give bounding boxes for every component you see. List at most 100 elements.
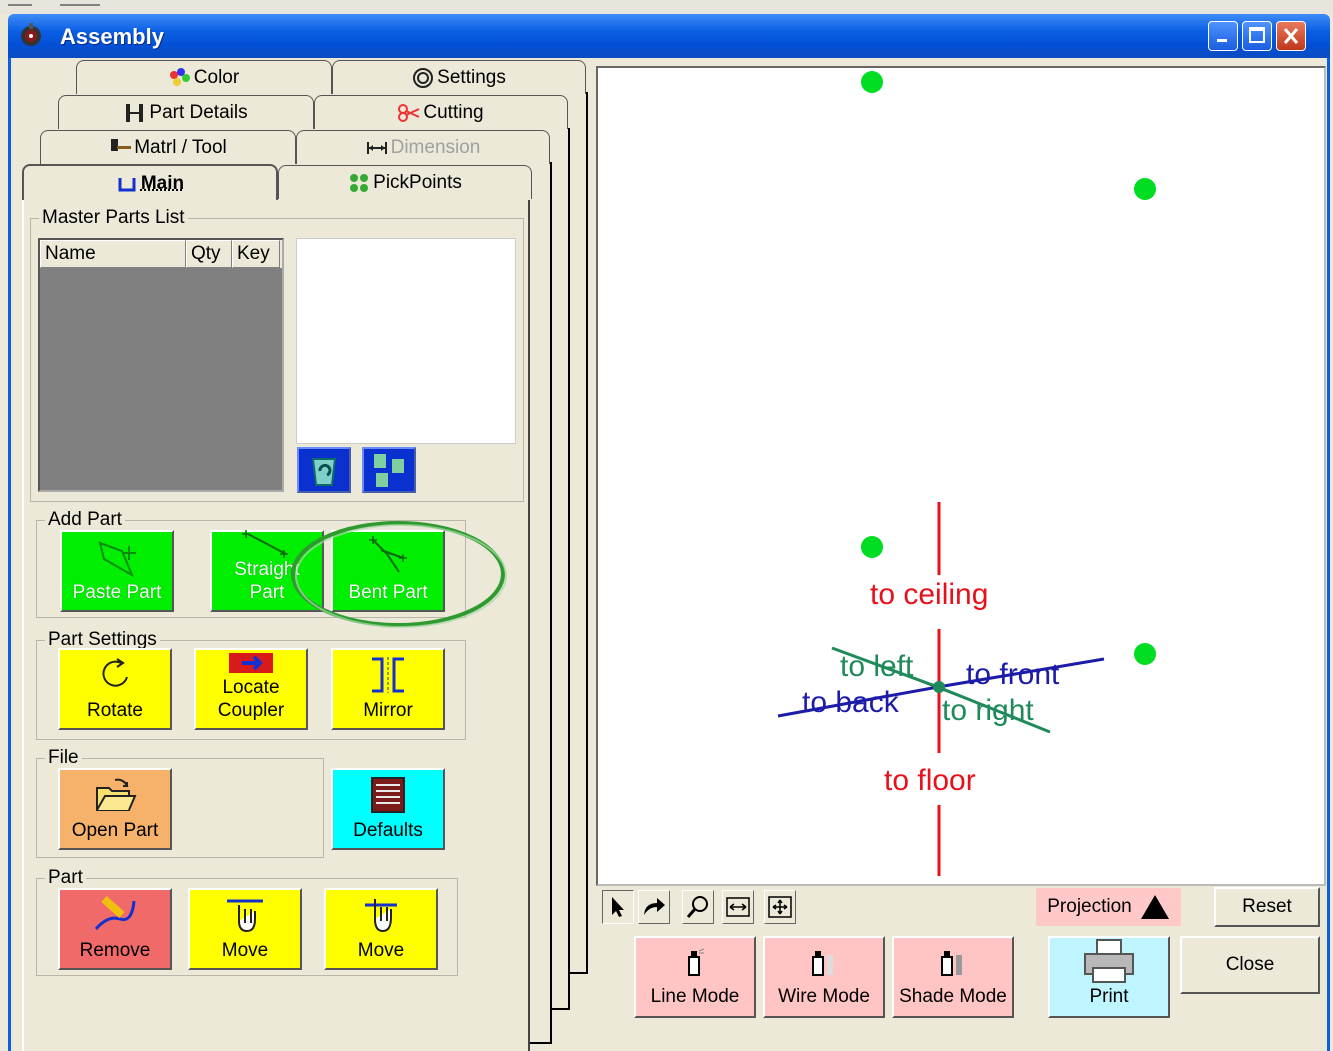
tab-cutting[interactable]: Cutting [314,95,568,129]
move-button-2[interactable]: Move [324,888,438,970]
select-tool-button[interactable] [602,890,634,924]
pointer-icon [612,897,624,917]
fit-width-icon [726,897,750,917]
pan-icon [768,896,792,918]
zoom-button[interactable] [682,890,714,924]
close-window-button[interactable] [1276,21,1306,51]
maximize-button[interactable] [1242,21,1272,51]
title-bar[interactable]: Assembly [8,14,1330,58]
mirror-button[interactable]: Mirror [331,648,445,730]
defaults-icon [371,776,405,813]
list-header: Name Qty Key [40,240,282,268]
settings-icon [413,67,434,88]
scissors-icon [398,103,420,122]
tab-color[interactable]: Color [76,60,332,94]
tab-pickpoints[interactable]: PickPoints [278,165,532,199]
label-to-back: to back [802,686,899,719]
part-legend: Part [45,867,86,889]
column-key[interactable]: Key [232,240,280,268]
open-folder-icon [96,778,137,811]
add-part-legend: Add Part [45,509,125,531]
tab-main[interactable]: Main [22,164,278,202]
straight-part-icon [242,530,288,558]
projection-label: Projection [1047,896,1132,917]
pan-button[interactable] [764,890,796,924]
remove-button[interactable]: Remove [58,888,172,970]
spray-can-icon [941,951,962,976]
wire-mode-label: Wire Mode [778,986,870,1007]
label-to-floor: to floor [884,764,976,797]
mirror-icon [372,656,404,693]
locate-coupler-button[interactable]: Locate Coupler [194,648,308,730]
paste-part-icon [98,540,136,577]
minimize-button[interactable] [1208,21,1238,51]
print-button[interactable]: Print [1048,936,1170,1018]
reset-button[interactable]: Reset [1214,887,1320,927]
fit-width-button[interactable] [722,890,754,924]
part-details-icon [126,103,144,122]
triangle-up-icon [1140,895,1169,919]
printer-icon [1084,939,1134,983]
reset-label: Reset [1242,896,1292,917]
close-button[interactable]: Close [1180,936,1320,994]
palette-icon [169,67,190,86]
multi-part-icon [374,454,404,487]
hammer-icon [111,138,132,151]
minimize-icon [1217,39,1227,42]
rotate-button[interactable]: Rotate [58,648,172,730]
tab-matrl-tool[interactable]: Matrl / Tool [40,130,296,164]
label-to-right: to right [942,694,1034,727]
view-toolbar [596,888,806,928]
dimension-icon [366,141,387,154]
spray-can-icon [688,948,705,976]
paste-part-button[interactable]: Paste Part [60,530,174,612]
multi-part-button[interactable] [362,447,416,493]
master-parts-list[interactable]: Name Qty Key [38,238,284,492]
origin-point [933,681,945,693]
3d-viewport[interactable]: to ceiling to floor to left to right to … [596,66,1326,886]
refresh-list-button[interactable] [297,447,351,493]
hand-move-icon [365,898,397,932]
tab-part-details[interactable]: Part Details [58,95,314,129]
maximize-icon [1249,27,1265,43]
shade-mode-button[interactable]: Shade Mode [892,936,1014,1018]
recycle-icon [311,458,337,486]
label-to-ceiling: to ceiling [870,578,989,611]
tab-dimension[interactable]: Dimension [296,130,550,164]
defaults-button[interactable]: Defaults [331,768,445,850]
pickpoints-icon [350,173,369,192]
label-to-front: to front [966,658,1060,691]
label-to-left: to left [840,650,914,683]
shade-mode-label: Shade Mode [899,986,1007,1007]
wire-mode-button[interactable]: Wire Mode [763,936,885,1018]
column-name[interactable]: Name [40,240,186,268]
projection-toggle[interactable]: Projection [1036,888,1181,926]
remove-icon [94,895,136,930]
line-mode-label: Line Mode [650,986,740,1007]
pick-point[interactable] [1134,178,1156,200]
pick-point[interactable] [861,71,883,93]
pick-point[interactable] [861,536,883,558]
rotate-arrow-icon [644,898,665,915]
line-mode-button[interactable]: Line Mode [634,936,756,1018]
spray-can-icon [812,951,833,976]
hand-move-icon [227,899,263,932]
top-strip [0,0,1333,14]
strip-mark [8,4,32,12]
viewport-drawing [777,71,1156,876]
print-label: Print [1089,986,1129,1007]
move-button-1[interactable]: Move [188,888,302,970]
magnifier-icon [686,896,708,918]
close-label: Close [1225,954,1275,975]
column-qty[interactable]: Qty [186,240,232,268]
master-parts-legend: Master Parts List [39,207,188,229]
app-icon [21,23,41,46]
close-icon [1283,28,1299,44]
file-legend: File [45,747,82,769]
open-part-button[interactable]: Open Part [58,768,172,850]
tab-settings[interactable]: Settings [332,60,586,94]
highlight-ellipse [291,521,507,628]
pick-point[interactable] [1134,643,1156,665]
rotate-view-button[interactable] [638,890,670,924]
strip-mark [60,4,100,12]
